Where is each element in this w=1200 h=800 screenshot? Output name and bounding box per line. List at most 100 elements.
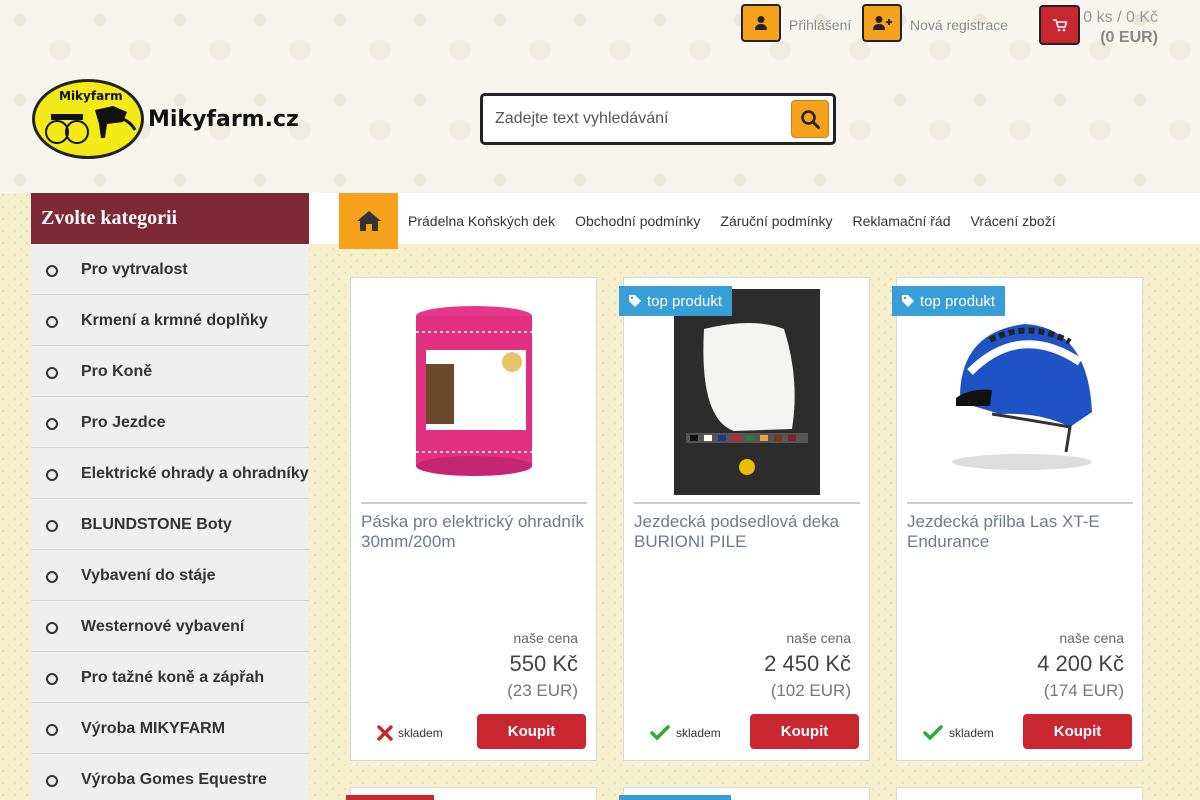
category-label: Krmení a krmné doplňky: [81, 312, 268, 329]
product-title[interactable]: Jezdecká přilba Las XT-E Endurance: [907, 512, 1137, 552]
stock-label: skladem: [949, 726, 994, 740]
circle-bullet-icon: [46, 418, 58, 430]
nav-link-obchodni-podminky[interactable]: Obchodní podmínky: [575, 213, 700, 229]
home-button[interactable]: [339, 193, 398, 249]
circle-bullet-icon: [46, 316, 58, 328]
badge-label: top produkt: [920, 292, 996, 310]
register-link[interactable]: Nová registrace: [910, 17, 1008, 33]
cross-icon: [377, 725, 393, 741]
product-card-partial[interactable]: [896, 787, 1143, 800]
stock-status: skladem: [923, 725, 994, 741]
category-label: Pro vytrvalost: [81, 261, 188, 278]
top-product-badge: top produkt: [892, 286, 1006, 316]
circle-bullet-icon: [46, 469, 58, 481]
logo-badge: Mikyfarm: [32, 79, 144, 159]
price-label: naše cena: [513, 630, 578, 646]
card-divider: [907, 502, 1133, 504]
stock-label: skladem: [676, 726, 721, 740]
nav-link-reklamacni-rad[interactable]: Reklamační řád: [852, 213, 950, 229]
badge-partial: [346, 795, 434, 800]
circle-bullet-icon: [46, 775, 58, 787]
price-label: naše cena: [1059, 630, 1124, 646]
category-label: Pro Jezdce: [81, 414, 166, 431]
login-button[interactable]: [741, 4, 781, 42]
circle-bullet-icon: [46, 673, 58, 685]
horse-cart-logo-icon: Mikyfarm: [45, 89, 137, 144]
circle-bullet-icon: [46, 367, 58, 379]
product-card-partial[interactable]: [346, 787, 597, 800]
cart-summary[interactable]: 0 ks / 0 Kč (0 EUR): [1082, 8, 1158, 48]
stock-status: skladem: [650, 725, 721, 741]
search-button[interactable]: [791, 100, 829, 138]
cart-button[interactable]: [1039, 5, 1080, 45]
product-price-eur: (102 EUR): [770, 681, 851, 700]
category-item[interactable]: BLUNDSTONE Boty: [31, 499, 309, 550]
product-card-partial[interactable]: [619, 787, 870, 800]
home-icon: [356, 211, 381, 231]
category-item[interactable]: Pro Jezdce: [31, 397, 309, 448]
category-item[interactable]: Výroba MIKYFARM: [31, 703, 309, 754]
product-price: 4 200 Kč: [1037, 651, 1124, 676]
category-item[interactable]: Elektrické ohrady a ohradníky: [31, 448, 309, 499]
product-card[interactable]: Jezdecká podsedlová deka BURIONI PILE na…: [623, 277, 870, 761]
category-header: Zvolte kategorii: [31, 193, 309, 244]
saddle-pad-image: [674, 289, 820, 495]
product-image[interactable]: [907, 289, 1133, 495]
search-input[interactable]: [495, 106, 785, 132]
category-label: Výroba MIKYFARM: [81, 720, 226, 737]
category-label: Elektrické ohrady a ohradníky: [81, 465, 309, 482]
category-item[interactable]: Výroba Gomes Equestre: [31, 754, 309, 800]
card-divider: [361, 502, 587, 504]
category-label: Pro tažné koně a zápřah: [81, 669, 265, 686]
stock-status: skladem: [377, 725, 443, 741]
badge-partial: [619, 795, 731, 800]
product-card[interactable]: Jezdecká přilba Las XT-E Endurance naše …: [896, 277, 1143, 761]
stock-label: skladem: [398, 726, 443, 740]
category-label: BLUNDSTONE Boty: [81, 516, 232, 533]
category-label: Vybavení do stáje: [81, 567, 216, 584]
svg-text:Mikyfarm: Mikyfarm: [59, 89, 123, 103]
category-item[interactable]: Westernové vybavení: [31, 601, 309, 652]
category-item[interactable]: Pro vytrvalost: [31, 244, 309, 295]
circle-bullet-icon: [46, 622, 58, 634]
category-label: Westernové vybavení: [81, 618, 245, 635]
product-title[interactable]: Jezdecká podsedlová deka BURIONI PILE: [634, 512, 864, 552]
login-link[interactable]: Přihlášení: [789, 17, 851, 33]
product-price: 550 Kč: [509, 651, 579, 676]
shopping-cart-icon: [1052, 18, 1067, 31]
product-image[interactable]: [361, 289, 587, 495]
tag-icon: [629, 295, 641, 307]
checkmark-icon: [923, 725, 943, 741]
buy-button[interactable]: Koupit: [750, 714, 859, 749]
product-title[interactable]: Páska pro elektrický ohradník 30mm/200m: [361, 512, 591, 552]
category-item[interactable]: Pro Koně: [31, 346, 309, 397]
circle-bullet-icon: [46, 724, 58, 736]
badge-label: top produkt: [647, 292, 723, 310]
category-item[interactable]: Vybavení do stáje: [31, 550, 309, 601]
checkmark-icon: [650, 725, 670, 741]
user-plus-icon: [873, 16, 892, 30]
product-image[interactable]: [634, 289, 860, 495]
tag-icon: [902, 295, 914, 307]
category-item[interactable]: Pro tažné koně a zápřah: [31, 652, 309, 703]
nav-link-vraceni-zbozi[interactable]: Vrácení zboží: [971, 213, 1056, 229]
price-label: naše cena: [786, 630, 851, 646]
category-label: Pro Koně: [81, 363, 153, 380]
buy-button[interactable]: Koupit: [1023, 714, 1132, 749]
user-icon: [755, 16, 767, 30]
category-list: Pro vytrvalost Krmení a krmné doplňky Pr…: [31, 244, 309, 800]
site-logo[interactable]: Mikyfarm Mikyfarm.cz: [32, 78, 307, 160]
product-card[interactable]: Páska pro elektrický ohradník 30mm/200m …: [350, 277, 597, 761]
nav-link-zarucni-podminky[interactable]: Záruční podmínky: [720, 213, 832, 229]
product-price-eur: (23 EUR): [507, 681, 578, 700]
search-icon: [801, 110, 820, 129]
category-label: Výroba Gomes Equestre: [81, 771, 267, 788]
buy-button[interactable]: Koupit: [477, 714, 586, 749]
category-item[interactable]: Krmení a krmné doplňky: [31, 295, 309, 346]
circle-bullet-icon: [46, 571, 58, 583]
nav-link-pradelna[interactable]: Prádelna Koňských dek: [408, 213, 555, 229]
logo-text: Mikyfarm.cz: [148, 106, 299, 132]
product-price-eur: (174 EUR): [1043, 681, 1124, 700]
register-button[interactable]: [862, 4, 902, 42]
fence-tape-image: [416, 306, 532, 476]
